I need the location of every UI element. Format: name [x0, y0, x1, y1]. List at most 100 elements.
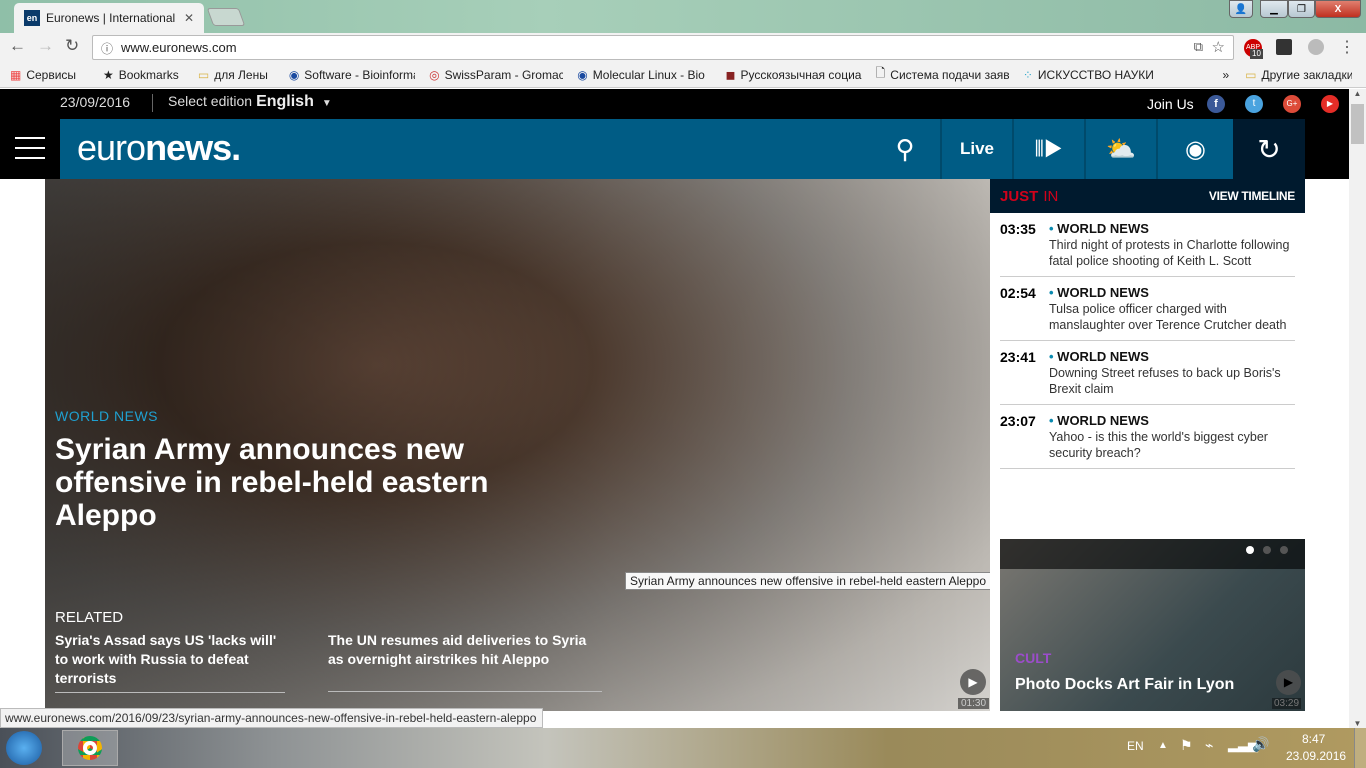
twitter-icon[interactable]: t [1245, 95, 1263, 113]
hero-headline[interactable]: Syrian Army announces new offensive in r… [55, 433, 555, 532]
item-category[interactable]: WORLD NEWS [1057, 349, 1149, 364]
item-time: 03:35 [1000, 221, 1036, 237]
bullet-icon: • [1049, 349, 1058, 364]
url-text: www.euronews.com [121, 40, 237, 55]
profile-button[interactable]: 👤 [1229, 0, 1253, 18]
forward-icon[interactable]: → [37, 36, 54, 56]
carousel-dot[interactable] [1263, 546, 1271, 554]
action-center-icon[interactable]: ⚑ [1180, 737, 1193, 754]
clock-date[interactable]: 23.09.2016 [1286, 749, 1346, 763]
star-icon[interactable]: ☆ [1212, 38, 1225, 56]
divider [152, 94, 153, 112]
scroll-up-icon[interactable]: ▲ [1349, 89, 1366, 98]
info-icon[interactable]: ⓘ [101, 40, 113, 57]
restore-button[interactable]: ❐ [1288, 0, 1315, 18]
close-tab-icon[interactable]: ✕ [184, 11, 194, 25]
hero-story[interactable]: WORLD NEWS Syrian Army announces new off… [45, 179, 990, 711]
bookmark-russian[interactable]: ◼ Русскоязычная социа [725, 68, 861, 82]
google-plus-icon[interactable]: G+ [1283, 95, 1301, 113]
volume-icon[interactable]: 🔊 [1252, 736, 1269, 753]
show-hidden-icons[interactable]: ▲ [1158, 740, 1168, 751]
new-tab-button[interactable] [206, 8, 246, 26]
tab-strip [0, 0, 1366, 33]
play-icon[interactable]: ▶ [1276, 670, 1301, 695]
promo-card[interactable]: CULT Photo Docks Art Fair in Lyon ▶ 03:2… [1000, 539, 1305, 711]
scrollbar-thumb[interactable] [1351, 104, 1364, 144]
bullet-icon: • [1049, 285, 1058, 300]
eye-globe-icon[interactable]: ◉ [1156, 119, 1233, 179]
status-bar-url: www.euronews.com/2016/09/23/syrian-army-… [0, 708, 543, 728]
item-headline[interactable]: Downing Street refuses to back up Boris'… [1049, 365, 1295, 397]
weather-icon[interactable]: ⛅ [1084, 119, 1156, 179]
euronews-logo[interactable]: euronews. [77, 127, 241, 169]
start-button[interactable] [6, 731, 42, 765]
chevron-down-icon: ▼ [321, 98, 332, 109]
bookmark-molecular-linux[interactable]: ◉ Molecular Linux - Bio [577, 68, 711, 82]
bookmark-bookmarks[interactable]: ★ Bookmarks [103, 68, 184, 82]
power-icon[interactable]: ⌁ [1205, 737, 1213, 754]
search-icon[interactable]: ⚲ [870, 119, 940, 179]
just-in-item[interactable]: 02:54 • WORLD NEWS Tulsa police officer ch… [1000, 277, 1295, 341]
menu-icon[interactable]: ⋮ [1339, 37, 1355, 57]
adblock-icon[interactable]: ABP 10 [1244, 39, 1263, 59]
bookmark-art-science[interactable]: ⁘ ИСКУССТВО НАУКИ [1023, 68, 1201, 82]
carousel-dot[interactable] [1280, 546, 1288, 554]
browser-tab[interactable]: en Euronews | International ✕ [14, 3, 204, 33]
reload-icon[interactable]: ↻ [65, 36, 79, 56]
other-bookmarks[interactable]: ▭ Другие закладки [1245, 68, 1352, 82]
scroll-down-icon[interactable]: ▼ [1349, 719, 1366, 728]
chrome-taskbar-button[interactable] [62, 730, 118, 766]
site-topbar: 23/09/2016 Select edition English ▼ Join… [0, 89, 1349, 119]
play-icon[interactable]: ▶ [960, 669, 986, 695]
folder-icon: ▭ [197, 67, 210, 82]
back-icon[interactable]: ← [9, 36, 26, 56]
bookmark-label: ИСКУССТВО НАУКИ [1037, 67, 1154, 82]
item-headline[interactable]: Third night of protests in Charlotte fol… [1049, 237, 1295, 269]
just-in-item[interactable]: 23:07 • WORLD NEWS Yahoo - is this the wor… [1000, 405, 1295, 469]
hero-category[interactable]: WORLD NEWS [55, 408, 158, 424]
language-indicator[interactable]: EN [1127, 739, 1144, 753]
globe-extension-icon[interactable] [1308, 39, 1324, 55]
item-headline[interactable]: Yahoo - is this the world's biggest cybe… [1049, 429, 1295, 461]
dna-icon: ◉ [288, 67, 300, 82]
item-category[interactable]: WORLD NEWS [1057, 221, 1149, 236]
close-window-button[interactable]: X [1315, 0, 1361, 18]
related-story[interactable]: Syria's Assad says US 'lacks will' to wo… [55, 631, 285, 693]
hamburger-menu-icon[interactable] [15, 137, 45, 159]
minimize-button[interactable]: ▁ [1260, 0, 1288, 18]
bookmark-software[interactable]: ◉ Software - Bioinforma [289, 68, 415, 82]
show-desktop-button[interactable] [1354, 728, 1366, 768]
view-timeline-link[interactable]: VIEW TIMELINE [1209, 189, 1295, 203]
related-story[interactable]: The UN resumes aid deliveries to Syria a… [328, 631, 602, 692]
bookmark-services[interactable]: ▦ Сервисы [10, 68, 89, 82]
timeline-icon[interactable]: ↻ [1233, 119, 1305, 179]
more-bookmarks-button[interactable]: » [1222, 68, 1229, 82]
promo-headline[interactable]: Photo Docks Art Fair in Lyon [1015, 676, 1234, 694]
clock-time[interactable]: 8:47 [1302, 732, 1325, 746]
facebook-icon[interactable]: f [1207, 95, 1225, 113]
bookmark-system[interactable]: 🗋 Система подачи заяв [876, 64, 1009, 85]
just-in-item[interactable]: 03:35 • WORLD NEWS Third night of protests… [1000, 213, 1295, 277]
address-bar[interactable]: ⓘ www.euronews.com ⧉ ☆ [92, 35, 1234, 60]
extension-icon[interactable] [1276, 39, 1292, 55]
bookmark-label: Сервисы [26, 67, 77, 82]
item-category[interactable]: WORLD NEWS [1057, 285, 1149, 300]
date: 23/09/2016 [60, 94, 131, 110]
live-button[interactable]: Live [940, 119, 1012, 179]
video-programs-icon[interactable]: ⫴▶ [1012, 119, 1084, 179]
edition-selector[interactable]: Select edition English ▼ [168, 93, 332, 111]
tab-title: Euronews | International [46, 11, 176, 25]
bookmark-swissparam[interactable]: ◎ SwissParam - Gromac [429, 68, 563, 82]
item-headline[interactable]: Tulsa police officer charged with mansla… [1049, 301, 1295, 333]
item-time: 23:07 [1000, 413, 1036, 429]
item-time: 23:41 [1000, 349, 1036, 365]
just-in-item[interactable]: 23:41 • WORLD NEWS Downing Street refuses … [1000, 341, 1295, 405]
scrollbar[interactable]: ▲ ▼ [1349, 89, 1366, 728]
youtube-icon[interactable]: ▶ [1321, 95, 1339, 113]
promo-category[interactable]: CULT [1015, 650, 1051, 666]
item-category[interactable]: WORLD NEWS [1057, 413, 1149, 428]
translate-icon[interactable]: ⧉ [1194, 39, 1203, 55]
bookmark-folder[interactable]: ▭ для Лены [198, 68, 275, 82]
carousel-dot-active[interactable] [1246, 546, 1254, 554]
bookmark-label: Bookmarks [118, 67, 179, 82]
